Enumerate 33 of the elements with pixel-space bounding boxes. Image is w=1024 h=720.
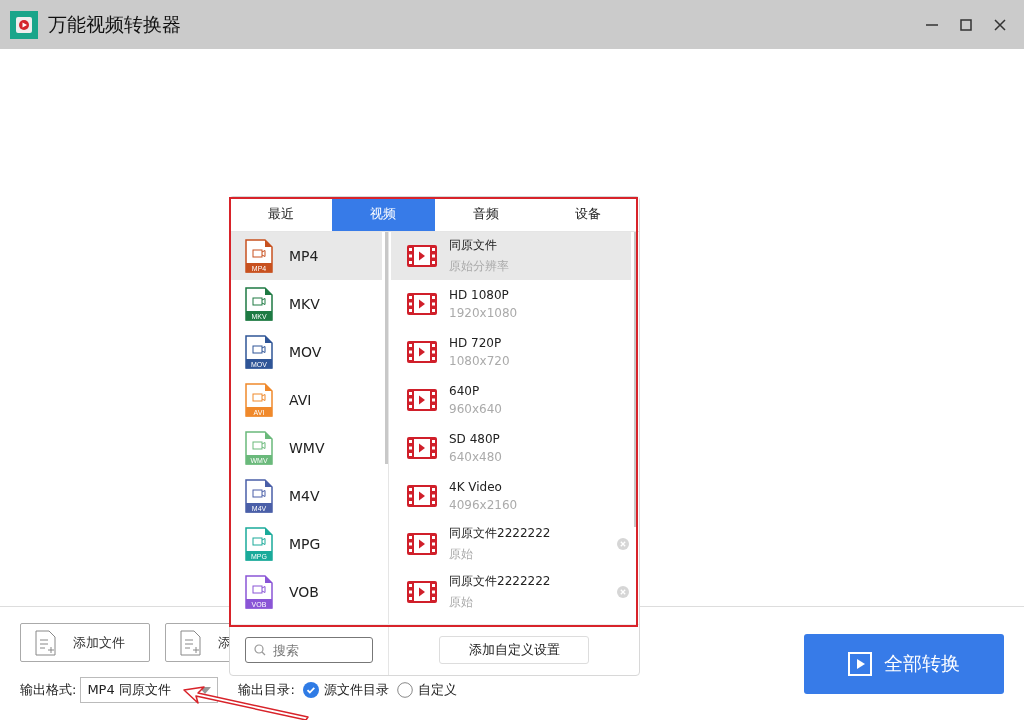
preset-resolution: 原始	[449, 546, 474, 563]
add-custom-settings-button[interactable]: 添加自定义设置	[439, 636, 589, 664]
preset-item[interactable]: HD 720P 1080x720	[391, 328, 631, 376]
preset-title: 640P	[449, 384, 481, 398]
convert-all-button[interactable]: 全部转换	[804, 634, 1004, 694]
preset-resolution: 960x640	[449, 402, 502, 416]
preset-item[interactable]: 4K Video 4096x2160	[391, 472, 631, 520]
preset-item[interactable]: SD 480P 640x480	[391, 424, 631, 472]
preset-resolution: 640x480	[449, 450, 502, 464]
preset-resolution: 4096x2160	[449, 498, 518, 512]
preset-title: 同原文件2222222	[449, 573, 551, 590]
preset-title: HD 1080P	[449, 288, 510, 302]
window-title: 万能视频转换器	[48, 11, 181, 37]
preset-resolution: 1080x720	[449, 354, 510, 368]
preset-item[interactable]: 同原文件2222222 原始	[391, 520, 631, 568]
output-directory-label: 输出目录:	[238, 681, 295, 699]
format-tab[interactable]: 视频	[332, 197, 435, 231]
preset-resolution: 原始	[449, 594, 474, 611]
output-format-label: 输出格式:	[20, 681, 77, 699]
add-file-button[interactable]: 添加文件	[20, 623, 150, 662]
preset-item[interactable]: 640P 960x640	[391, 376, 631, 424]
radio-option[interactable]: 自定义	[396, 681, 457, 699]
preset-title: HD 720P	[449, 336, 503, 350]
preset-title: 4K Video	[449, 480, 503, 494]
preset-resolution: 1920x1080	[449, 306, 518, 320]
preset-item[interactable]: 同原文件2222222 原始	[391, 568, 631, 616]
preset-title: 同原文件2222222	[449, 525, 551, 542]
preset-item[interactable]: HD 1080P 1920x1080	[391, 280, 631, 328]
preset-title: SD 480P	[449, 432, 501, 446]
search-field[interactable]: 搜索	[245, 637, 373, 663]
radio-option[interactable]: 源文件目录	[302, 681, 389, 699]
preset-title: 同原文件	[449, 237, 498, 254]
output-format-dropdown[interactable]: MP4 同原文件	[80, 677, 219, 703]
